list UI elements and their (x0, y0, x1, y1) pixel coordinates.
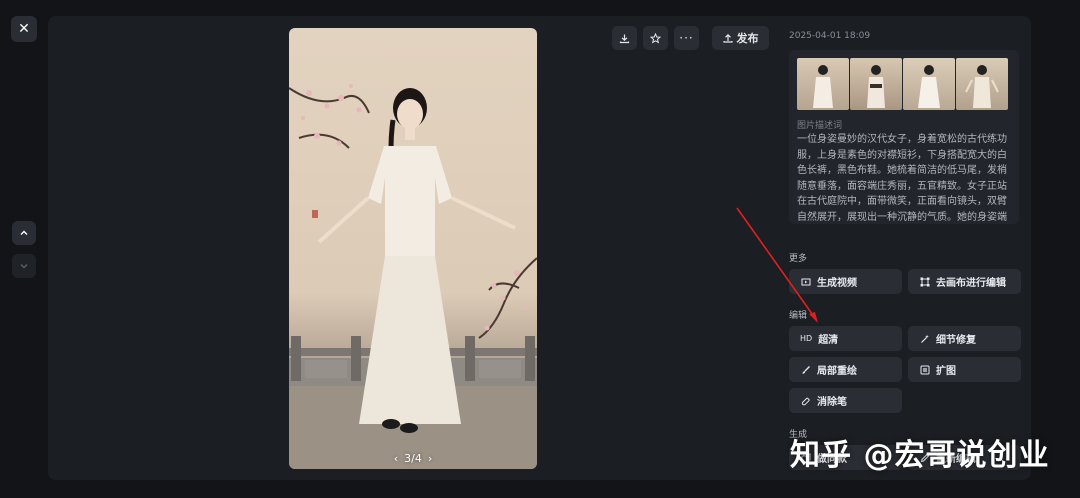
image-preview[interactable]: ‹ 3/4 › (289, 28, 537, 469)
upscale-label: 超清 (818, 335, 839, 346)
inpaint-label: 局部重绘 (817, 366, 857, 377)
description-label: 图片描述词 (797, 121, 843, 131)
download-button[interactable] (612, 26, 637, 50)
chevron-left-icon[interactable]: ‹ (394, 452, 398, 465)
favorite-button[interactable] (643, 26, 668, 50)
thumbnail-strip (797, 58, 1008, 110)
section-label-edit: 编辑 (789, 311, 808, 321)
generate-video-button[interactable]: 生成视频 (789, 269, 902, 294)
detail-repair-label: 细节修复 (936, 335, 976, 346)
close-icon: ✕ (18, 21, 30, 37)
download-icon (619, 34, 630, 43)
brush-icon (800, 364, 811, 375)
close-button[interactable]: ✕ (11, 16, 37, 42)
publish-button[interactable]: 发布 (712, 26, 769, 50)
more-icon: ··· (679, 31, 694, 45)
chevron-down-icon (20, 264, 28, 269)
canvas-edit-label: 去画布进行编辑 (936, 278, 1006, 289)
eraser-button[interactable]: 消除笔 (789, 388, 902, 413)
generate-video-label: 生成视频 (817, 278, 857, 289)
more-button[interactable]: ··· (674, 26, 699, 50)
video-icon (800, 276, 811, 287)
thumbnail-3[interactable] (903, 58, 955, 110)
eraser-icon (800, 395, 811, 406)
next-image-button[interactable] (12, 254, 36, 278)
thumbnail-2[interactable] (850, 58, 902, 110)
upscale-button[interactable]: HD 超清 (789, 326, 902, 351)
description-box: 图片描述词 一位身姿曼妙的汉代女子，身着宽松的古代练功服，上身是素色的对襟短衫，… (789, 50, 1019, 224)
wand-icon (919, 333, 930, 344)
watermark: 知乎 @宏哥说创业 (790, 438, 1050, 473)
chevron-up-icon (20, 230, 28, 235)
expand-image-button[interactable]: 扩图 (908, 357, 1021, 382)
canvas-icon (919, 276, 930, 287)
generated-image (289, 84, 537, 469)
chevron-right-icon[interactable]: › (428, 452, 432, 465)
expand-icon (919, 364, 930, 375)
previous-image-button[interactable] (12, 221, 36, 245)
image-pager: ‹ 3/4 › (289, 449, 537, 467)
thumbnail-4[interactable] (956, 58, 1008, 110)
created-date: 2025-04-01 18:09 (789, 31, 871, 41)
upload-icon (722, 33, 733, 43)
canvas-edit-button[interactable]: 去画布进行编辑 (908, 269, 1021, 294)
pager-text: 3/4 (404, 451, 422, 465)
eraser-label: 消除笔 (817, 397, 847, 408)
expand-image-label: 扩图 (936, 366, 956, 377)
inpaint-button[interactable]: 局部重绘 (789, 357, 902, 382)
thumbnail-1[interactable] (797, 58, 849, 110)
description-text: 一位身姿曼妙的汉代女子，身着宽松的古代练功服，上身是素色的对襟短衫，下身搭配宽大… (797, 134, 1007, 223)
star-icon (650, 32, 661, 44)
detail-repair-button[interactable]: 细节修复 (908, 326, 1021, 351)
publish-label: 发布 (736, 32, 759, 45)
section-label-more: 更多 (789, 254, 808, 264)
hd-icon: HD (800, 334, 813, 343)
